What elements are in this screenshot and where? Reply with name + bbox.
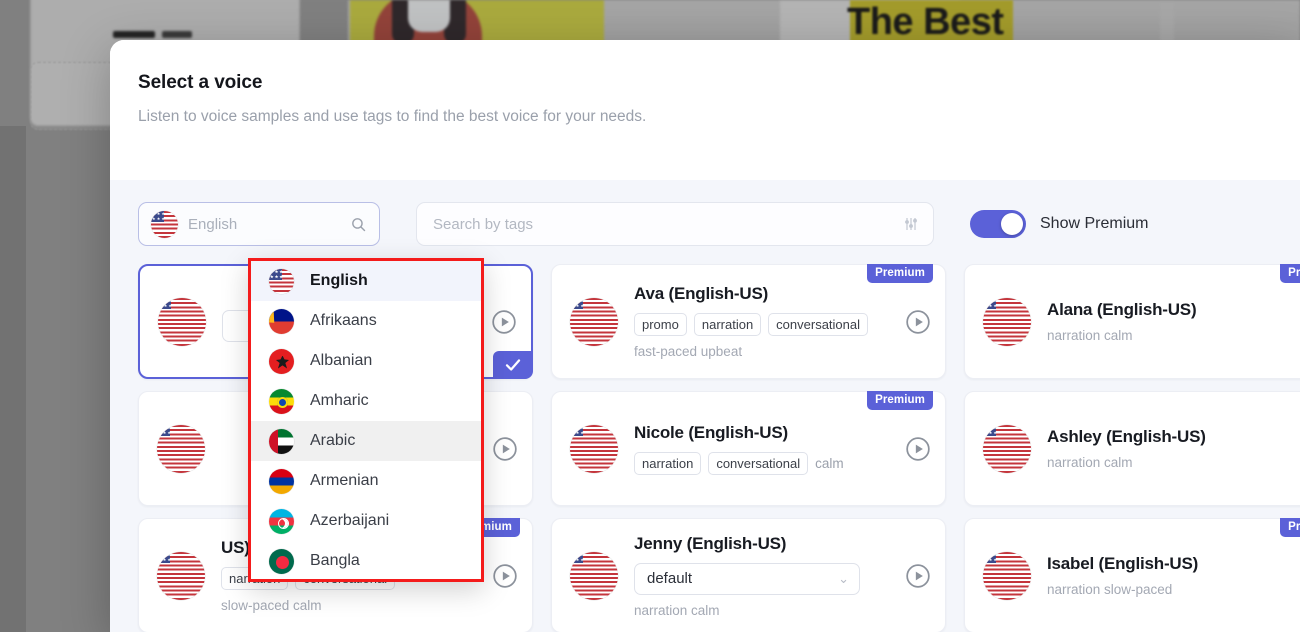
check-icon [505, 359, 521, 371]
language-option-armenian[interactable]: Armenian [251, 461, 481, 501]
sliders-icon[interactable] [903, 216, 919, 232]
flag-us-icon [570, 424, 618, 473]
flag-us-icon [983, 297, 1031, 346]
flag-us-icon [570, 297, 618, 346]
flag-us-icon [158, 297, 206, 346]
voice-tag-chip[interactable]: conversational [708, 451, 809, 475]
language-option-amharic[interactable]: Amharic [251, 381, 481, 421]
voice-name: Alana (English-US) [1047, 300, 1197, 319]
flag-us-icon [157, 551, 205, 600]
filter-row: English Search by tags Show Premium [110, 202, 1300, 246]
show-premium-control: Show Premium [970, 210, 1148, 238]
language-option-label: Bangla [310, 552, 360, 569]
play-sample-button[interactable] [905, 309, 931, 335]
premium-badge: Premium [867, 391, 933, 410]
voice-card[interactable]: Premium Isabel (English-US) narration slow… [964, 518, 1300, 632]
voice-tag-row: narration conversational calm [634, 451, 895, 475]
voice-card-main: Isabel (English-US) narration slow-paced [1047, 554, 1300, 597]
voice-description: narration calm [634, 602, 720, 618]
flag-us-icon [983, 551, 1031, 600]
tag-search-placeholder: Search by tags [433, 215, 534, 233]
voice-card[interactable]: Ashley (English-US) narration calm [964, 391, 1300, 506]
voice-description: narration slow-paced [1047, 582, 1173, 597]
voice-name: Ashley (English-US) [1047, 427, 1206, 446]
flag-us-icon [570, 551, 618, 600]
language-option-arabic[interactable]: Arabic [251, 421, 481, 461]
language-option-label: Azerbaijani [310, 512, 390, 529]
flag-us-icon [151, 210, 178, 238]
flag-al-icon [269, 348, 294, 374]
play-sample-button[interactable] [492, 563, 518, 589]
voice-tag-chip[interactable]: narration [634, 451, 702, 475]
language-option-english[interactable]: English [251, 261, 481, 301]
language-input-value: English [188, 215, 238, 233]
language-option-label: Armenian [310, 472, 379, 489]
voice-card-main: Nicole (English-US) narration conversation… [634, 423, 895, 475]
language-option-label: Afrikaans [310, 312, 377, 329]
select-voice-modal: Select a voice Listen to voice samples a… [110, 40, 1300, 632]
toggle-knob [1001, 213, 1023, 235]
flag-bd-icon [269, 548, 294, 574]
voice-card[interactable]: Premium Ava (English-US) promo narration con… [551, 264, 946, 379]
flag-us-icon [269, 268, 294, 294]
voice-card-main: Alana (English-US) narration calm [1047, 300, 1300, 343]
voice-tag-chip[interactable]: conversational [768, 313, 868, 336]
voice-description: fast-paced upbeat [634, 344, 743, 359]
language-option-label: Amharic [310, 392, 369, 409]
voice-description: narration calm [1047, 328, 1133, 343]
premium-badge: Premium [1280, 518, 1300, 537]
voice-card[interactable]: Premium Alana (English-US) narration calm [964, 264, 1300, 379]
play-sample-button[interactable] [905, 436, 931, 462]
language-option-label: English [310, 272, 368, 289]
voice-card-main: Jenny (English-US) default ⌄ narration calm [634, 534, 895, 618]
play-sample-button[interactable] [492, 436, 518, 462]
voice-tag-chip[interactable]: promo [634, 313, 687, 336]
premium-badge: Premium [867, 264, 933, 283]
voice-name: Jenny (English-US) [634, 533, 787, 553]
voice-card-main: Ashley (English-US) narration calm [1047, 427, 1300, 470]
voice-name: Isabel (English-US) [1047, 554, 1199, 573]
flag-az-icon [269, 508, 294, 534]
voice-style-select[interactable]: default ⌄ [634, 562, 860, 595]
voice-description: slow-paced calm [221, 598, 322, 613]
voice-card[interactable]: Premium Nicole (English-US) narrationconve… [551, 391, 946, 506]
voice-tag-row: promo narration conversational [634, 313, 895, 336]
flag-us-icon [157, 424, 205, 473]
tag-search-input[interactable]: Search by tags [416, 202, 934, 246]
search-icon [352, 217, 366, 231]
show-premium-toggle[interactable] [970, 210, 1026, 238]
page-title: Select a voice [138, 72, 263, 93]
language-option-label: Albanian [310, 352, 373, 369]
play-sample-button[interactable] [491, 309, 517, 335]
flag-et-icon [269, 388, 294, 414]
play-sample-button[interactable] [905, 563, 931, 589]
chevron-down-icon: ⌄ [838, 570, 849, 586]
premium-badge: Premium [1280, 264, 1300, 283]
voice-description: narration calm [1047, 455, 1133, 470]
voice-tag-chip[interactable]: narration [693, 313, 762, 336]
flag-us-icon [983, 424, 1031, 473]
voice-style-value: default [647, 570, 693, 587]
voice-card-main: Ava (English-US) promo narration conversati… [634, 284, 895, 359]
flag-ae-icon [269, 428, 294, 454]
modal-header: Select a voice Listen to voice samples a… [110, 40, 1300, 140]
language-option-azerbaijani[interactable]: Azerbaijani [251, 501, 481, 541]
voice-card[interactable]: Jenny (English-US) default ⌄ narration calm [551, 518, 946, 632]
flag-am-icon [269, 468, 294, 494]
selected-check-badge [493, 351, 533, 379]
voice-name: Nicole (English-US) [634, 422, 788, 442]
voice-tag-plain: calm [815, 455, 844, 471]
voice-name: Ava (English-US) [634, 284, 769, 303]
language-option-bangla[interactable]: Bangla [251, 541, 481, 579]
language-dropdown-list[interactable]: English Afrikaans Albanian Amharic Arabic Arm… [248, 258, 484, 582]
flag-za-icon [269, 308, 294, 334]
language-option-label: Arabic [310, 432, 356, 449]
modal-subtitle: Listen to voice samples and use tags to … [138, 108, 647, 125]
language-option-afrikaans[interactable]: Afrikaans [251, 301, 481, 341]
language-option-albanian[interactable]: Albanian [251, 341, 481, 381]
show-premium-label: Show Premium [1040, 215, 1149, 232]
language-select-input[interactable]: English [138, 202, 380, 246]
